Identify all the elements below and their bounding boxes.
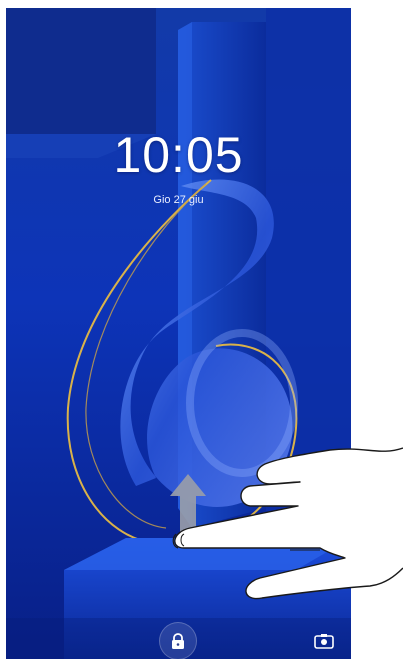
unlock-button[interactable] bbox=[159, 622, 197, 659]
clock-date: Gio 27 giu bbox=[153, 194, 204, 206]
camera-shortcut-button[interactable] bbox=[311, 630, 337, 652]
clock-time: 10:05 bbox=[113, 127, 244, 183]
camera-icon bbox=[314, 634, 334, 649]
hand-gesture-icon bbox=[172, 447, 403, 600]
lock-icon bbox=[172, 633, 184, 649]
